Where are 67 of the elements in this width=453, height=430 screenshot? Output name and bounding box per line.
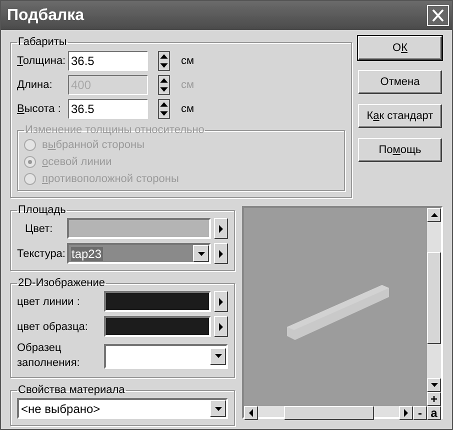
fit-button[interactable]: a	[427, 406, 441, 420]
triangle-right-icon	[216, 298, 226, 306]
triangle-up-icon	[159, 100, 169, 109]
triangle-down-icon	[214, 352, 222, 360]
color-swatch[interactable]	[104, 316, 211, 337]
dropdown-button[interactable]	[193, 245, 209, 262]
triangle-down-icon	[214, 404, 222, 412]
group-title: Свойства материала	[17, 384, 126, 396]
scroll-right-button[interactable]	[399, 406, 413, 420]
dropdown-button[interactable]	[210, 348, 226, 364]
group-title: Изменение толщины относительно	[24, 124, 206, 136]
dropdown-button[interactable]	[210, 400, 226, 417]
more-button[interactable]	[214, 243, 228, 264]
dialog-button[interactable]: Помощь	[358, 138, 442, 162]
triangle-right-icon	[402, 409, 410, 417]
spin-button[interactable]	[158, 75, 170, 95]
spin-button[interactable]	[158, 51, 170, 71]
triangle-down-icon	[159, 61, 169, 70]
more-button[interactable]	[214, 218, 228, 239]
close-icon	[431, 9, 445, 22]
material-dropdown[interactable]: <не выбрано>	[17, 398, 228, 419]
group-title: Габариты	[17, 36, 68, 48]
scroll-down-button[interactable]	[427, 378, 441, 392]
field-label: Высота :	[17, 103, 62, 115]
scroll-thumb[interactable]	[427, 252, 441, 344]
dialog-button[interactable]: Как стандарт	[358, 104, 442, 128]
group-title: Площадь	[17, 204, 67, 216]
field-label: Образец заполнения:	[17, 341, 81, 371]
unit-label: см	[181, 79, 194, 91]
pattern-dropdown[interactable]	[104, 344, 228, 368]
field-label: Текстура:	[17, 248, 66, 260]
triangle-right-icon	[216, 250, 226, 258]
field-label: цвет образца:	[17, 320, 89, 332]
triangle-up-icon	[159, 76, 169, 85]
triangle-down-icon	[159, 85, 169, 94]
triangle-left-icon	[246, 409, 256, 417]
number-field[interactable]: 36.5	[68, 51, 148, 71]
triangle-down-icon	[196, 250, 206, 258]
triangle-right-icon	[216, 224, 226, 232]
spin-button[interactable]	[158, 99, 170, 119]
triangle-up-icon	[159, 52, 169, 61]
triangle-down-icon	[159, 109, 169, 118]
number-field[interactable]: 36.5	[68, 99, 148, 119]
scroll-thumb[interactable]	[284, 406, 374, 420]
zoom-in-button[interactable]: +	[427, 392, 441, 406]
triangle-up-icon	[430, 211, 438, 219]
scroll-left-button[interactable]	[244, 406, 258, 420]
field-label: цвет линии :	[17, 296, 81, 308]
color-swatch[interactable]	[104, 291, 211, 312]
scroll-up-button[interactable]	[427, 208, 441, 222]
more-button[interactable]	[214, 291, 228, 312]
dialog-button[interactable]: ОК	[358, 36, 442, 60]
color-swatch[interactable]	[66, 218, 211, 239]
group-title: 2D-Изображение	[17, 277, 106, 289]
unit-label: см	[181, 103, 194, 115]
close-button[interactable]	[427, 5, 449, 26]
field-label: Длина:	[17, 79, 54, 91]
dialog-button[interactable]: Отмена	[358, 70, 442, 94]
triangle-right-icon	[216, 322, 226, 330]
field-label: Толщина:	[17, 55, 67, 67]
zoom-out-button[interactable]: -	[413, 406, 427, 420]
more-button[interactable]	[214, 316, 228, 337]
unit-label: см	[181, 55, 194, 67]
texture-dropdown[interactable]: tap23	[66, 243, 211, 264]
field-label: Цвет:	[24, 222, 54, 234]
triangle-down-icon	[430, 381, 438, 389]
window-title: Подбалка	[7, 6, 84, 24]
